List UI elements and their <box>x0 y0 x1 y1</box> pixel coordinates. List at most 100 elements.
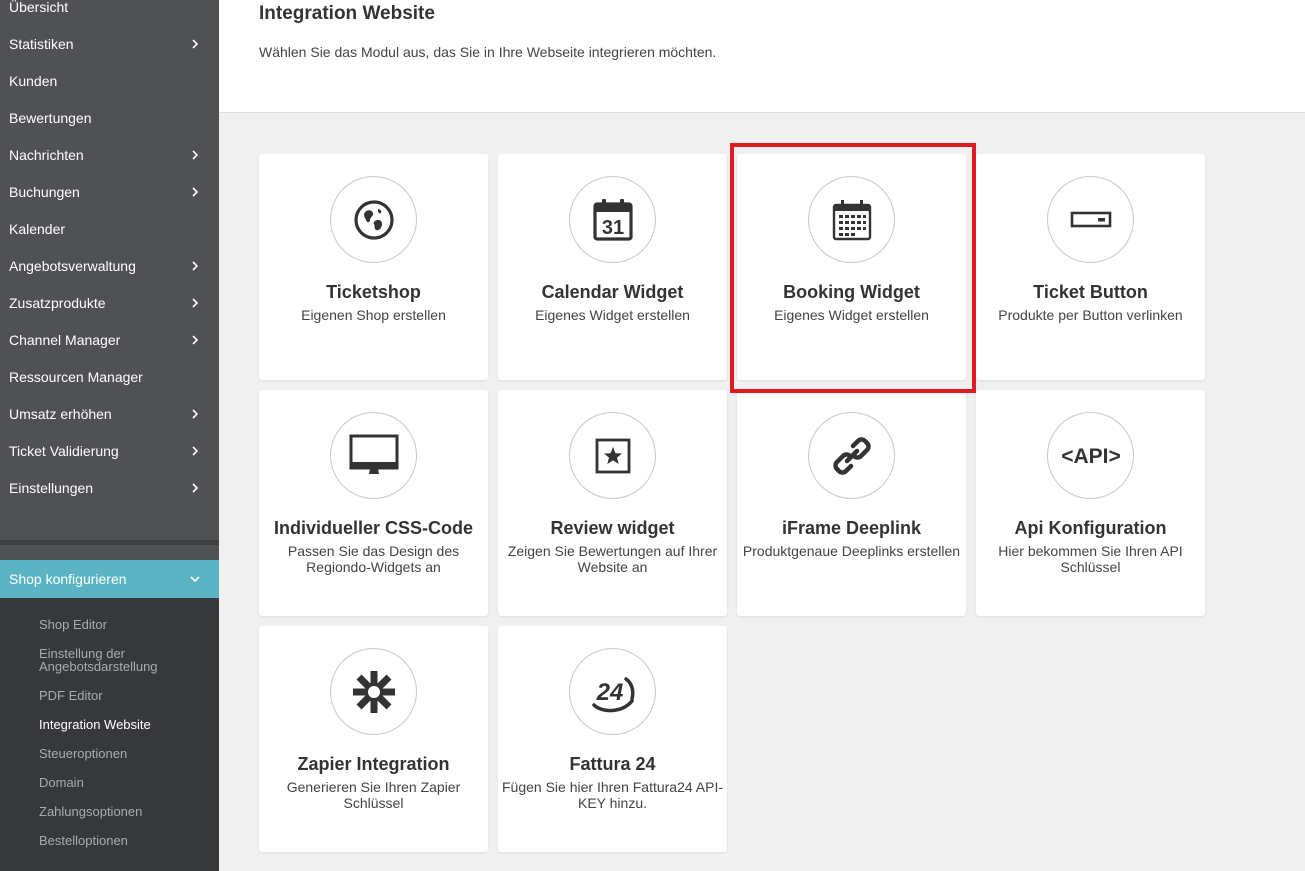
sidebar-item-label: Zusatzprodukte <box>9 294 106 311</box>
api-icon: <API> <box>1061 445 1121 468</box>
sidebar-item-label: Ressourcen Manager <box>9 368 143 385</box>
submenu-item-steueroptionen[interactable]: Steueroptionen <box>39 747 214 760</box>
card-calendar-widget[interactable]: 31 Calendar Widget Eigenes Widget erstel… <box>498 154 727 380</box>
card-description: Generieren Sie Ihren Zapier Schlüssel <box>286 779 461 811</box>
button-icon <box>1070 211 1111 227</box>
card-booking-widget[interactable]: Booking Widget Eigenes Widget erstellen <box>737 154 966 380</box>
submenu-item-pdf-editor[interactable]: PDF Editor <box>39 689 214 702</box>
fattura24-icon: 24 <box>591 676 634 712</box>
sidebar-item-statistiken[interactable]: Statistiken <box>0 25 219 62</box>
monitor-icon <box>349 434 398 474</box>
submenu-item-bestelloptionen[interactable]: Bestelloptionen <box>39 834 214 847</box>
sidebar-item-label: Übersicht <box>9 0 69 15</box>
chevron-down-icon <box>189 573 201 585</box>
card-icon-circle <box>808 412 895 499</box>
card-ticket-button[interactable]: Ticket Button Produkte per Button verlin… <box>976 154 1205 380</box>
calendar-31-icon: 31 <box>592 198 633 241</box>
sidebar-item-nachrichten[interactable]: Nachrichten <box>0 136 219 173</box>
card-title: Fattura 24 <box>569 754 656 774</box>
sidebar-item-buchungen[interactable]: Buchungen <box>0 173 219 210</box>
zapier-icon <box>352 670 395 713</box>
sidebar-item-channel-manager[interactable]: Channel Manager <box>0 321 219 358</box>
page-title: Integration Website <box>259 3 435 24</box>
page-subtitle: Wählen Sie das Modul aus, das Sie in Ihr… <box>259 44 717 60</box>
card-description: Zeigen Sie Bewertungen auf Ihrer Website… <box>507 543 718 575</box>
card-iframe-deeplink[interactable]: iFrame Deeplink Produktgenaue Deeplinks … <box>737 390 966 616</box>
star-icon <box>595 438 630 473</box>
card-description: Eigenen Shop erstellen <box>301 307 446 323</box>
card-title: iFrame Deeplink <box>781 518 922 538</box>
chevron-right-icon <box>189 260 201 272</box>
sidebar-item-label: Ticket Validierung <box>9 442 119 459</box>
sidebar-item-label: Kunden <box>9 72 58 89</box>
sidebar-item-label: Angebotsverwaltung <box>9 257 136 274</box>
sidebar-item-label: Kalender <box>9 220 66 237</box>
chevron-right-icon <box>189 297 201 309</box>
sidebar-divider <box>0 540 219 545</box>
chevron-right-icon <box>189 186 201 198</box>
submenu-item-integration-website[interactable]: Integration Website <box>39 718 214 731</box>
globe-icon <box>353 199 394 240</box>
sidebar-item-angebotsverwaltung[interactable]: Angebotsverwaltung <box>0 247 219 284</box>
card-icon-circle <box>569 412 656 499</box>
card-title: Ticket Button <box>1033 282 1148 302</box>
card-review-widget[interactable]: Review widget Zeigen Sie Bewertungen auf… <box>498 390 727 616</box>
card-api-konfiguration[interactable]: <API> Api Konfiguration Hier bekommen Si… <box>976 390 1205 616</box>
chevron-right-icon <box>189 445 201 457</box>
sidebar-item-bewertungen[interactable]: Bewertungen <box>0 99 219 136</box>
submenu-item-domain[interactable]: Domain <box>39 776 214 789</box>
sidebar-item-uebersicht[interactable]: Übersicht <box>0 0 219 25</box>
card-icon-circle <box>1047 176 1134 263</box>
card-icon-circle: <API> <box>1047 412 1134 499</box>
sidebar-item-shop-konfigurieren[interactable]: Shop konfigurieren <box>0 560 219 598</box>
sidebar-item-kalender[interactable]: Kalender <box>0 210 219 247</box>
sidebar-item-label: Statistiken <box>9 35 74 52</box>
sidebar-item-ticket-validierung[interactable]: Ticket Validierung <box>0 432 219 469</box>
sidebar-item-label: Channel Manager <box>9 331 121 348</box>
submenu-item-zahlungsoptionen[interactable]: Zahlungsoptionen <box>39 805 214 818</box>
card-title: Booking Widget <box>783 282 920 302</box>
card-zapier-integration[interactable]: Zapier Integration Generieren Sie Ihren … <box>259 626 488 852</box>
card-description: Produkte per Button verlinken <box>998 307 1183 323</box>
sidebar-item-kunden[interactable]: Kunden <box>0 62 219 99</box>
card-description: Passen Sie das Design des Regiondo-Widge… <box>287 543 460 575</box>
card-icon-circle: 24 <box>569 648 656 735</box>
sidebar-item-zusatzprodukte[interactable]: Zusatzprodukte <box>0 284 219 321</box>
card-description: Hier bekommen Sie Ihren API Schlüssel <box>998 543 1183 575</box>
sidebar-item-label: Einstellungen <box>9 479 94 496</box>
submenu-item-shop-editor[interactable]: Shop Editor <box>39 618 214 631</box>
card-title: Zapier Integration <box>297 754 450 774</box>
card-title: Ticketshop <box>326 282 421 302</box>
card-description: Eigenes Widget erstellen <box>774 307 929 323</box>
card-icon-circle <box>808 176 895 263</box>
link-icon <box>832 436 871 475</box>
sidebar-item-umsatz-erhoehen[interactable]: Umsatz erhöhen <box>0 395 219 432</box>
page-header: Integration Website Wählen Sie das Modul… <box>219 0 1305 113</box>
sidebar-item-einstellungen[interactable]: Einstellungen <box>0 469 219 506</box>
card-icon-circle: 31 <box>569 176 656 263</box>
card-ticketshop[interactable]: Ticketshop Eigenen Shop erstellen <box>259 154 488 380</box>
sidebar-item-label: Nachrichten <box>9 146 84 163</box>
calendar-grid-icon <box>832 199 871 240</box>
submenu-item-angebotsdarstellung[interactable]: Einstellung der Angebotsdarstellung <box>39 647 214 673</box>
card-icon-circle <box>330 412 417 499</box>
api-icon-text: <API> <box>1061 445 1121 468</box>
chevron-right-icon <box>189 408 201 420</box>
card-fattura-24[interactable]: 24 Fattura 24 Fügen Sie hier Ihren Fattu… <box>498 626 727 852</box>
card-title: Review widget <box>550 518 675 538</box>
fattura24-icon-text: 24 <box>595 679 623 706</box>
sidebar-item-label: Buchungen <box>9 183 80 200</box>
sidebar: Übersicht Statistiken Kunden Bewertungen… <box>0 0 219 871</box>
calendar-31-text: 31 <box>601 217 623 239</box>
card-description: Eigenes Widget erstellen <box>535 307 690 323</box>
chevron-right-icon <box>189 482 201 494</box>
card-individueller-css-code[interactable]: Individueller CSS-Code Passen Sie das De… <box>259 390 488 616</box>
chevron-right-icon <box>189 334 201 346</box>
sidebar-item-ressourcen-manager[interactable]: Ressourcen Manager <box>0 358 219 395</box>
card-title: Individueller CSS-Code <box>273 518 474 538</box>
chevron-right-icon <box>189 149 201 161</box>
sidebar-item-label: Shop konfigurieren <box>9 571 127 587</box>
card-title: Api Konfiguration <box>1014 518 1167 538</box>
chevron-right-icon <box>189 38 201 50</box>
card-description: Produktgenaue Deeplinks erstellen <box>742 543 961 559</box>
